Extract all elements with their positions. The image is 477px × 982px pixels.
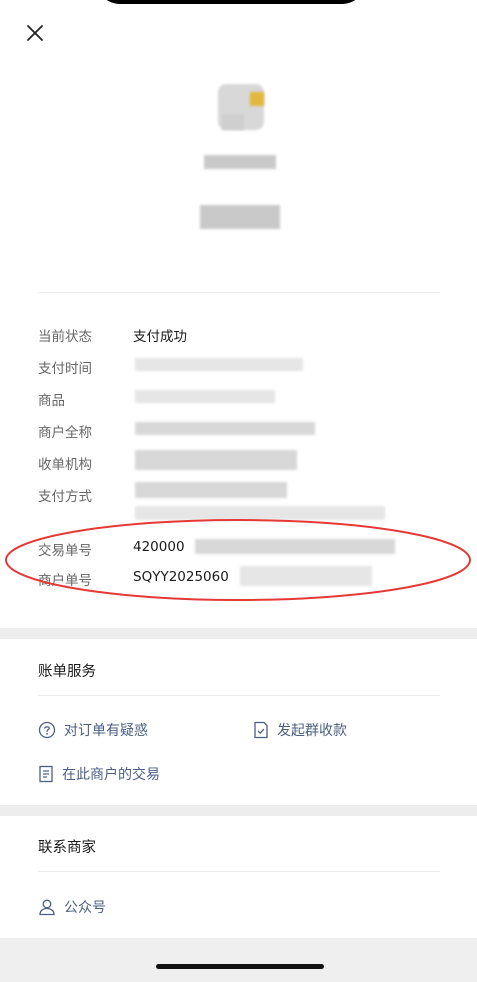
group-collect-label: 发起群收款	[277, 723, 347, 739]
document-check-icon	[254, 721, 268, 739]
transaction-no-blurred	[195, 539, 395, 554]
merchant-name-label: 商户全称	[38, 425, 92, 441]
close-icon	[27, 25, 43, 41]
acquirer-label: 收单机构	[38, 457, 92, 473]
merchant-order-value[interactable]: SQYY2025060	[133, 569, 229, 585]
question-order-button[interactable]: 对订单有疑惑	[38, 720, 148, 740]
person-icon	[39, 899, 55, 916]
contact-title: 联系商家	[38, 840, 96, 856]
question-circle-icon	[38, 721, 56, 739]
merchant-name-value-blurred	[135, 422, 315, 435]
list-document-icon	[39, 765, 53, 783]
section-separator-2	[0, 805, 477, 816]
divider-top	[38, 292, 440, 293]
divider-bill	[38, 695, 440, 696]
divider-contact	[38, 871, 440, 872]
goods-label: 商品	[38, 393, 65, 409]
status-value: 支付成功	[133, 329, 187, 345]
merchant-trades-label: 在此商户的交易	[62, 767, 160, 783]
status-label: 当前状态	[38, 329, 92, 345]
red-annotation-ellipse	[5, 519, 471, 601]
merchant-order-label: 商户单号	[38, 573, 92, 589]
question-order-label: 对订单有疑惑	[64, 723, 148, 739]
merchant-trades-button[interactable]: 在此商户的交易	[38, 764, 160, 784]
official-account-label: 公众号	[64, 900, 106, 916]
acquirer-value-blurred	[135, 450, 297, 470]
bottom-bar-area	[0, 938, 477, 982]
pay-method-label: 支付方式	[38, 489, 92, 505]
home-indicator	[156, 964, 324, 969]
group-collect-button[interactable]: 发起群收款	[253, 720, 347, 740]
official-account-button[interactable]: 公众号	[38, 897, 106, 917]
pay-time-value-blurred	[135, 358, 303, 371]
merchant-order-blurred	[240, 566, 372, 586]
goods-value-blurred	[135, 390, 275, 403]
pay-method-subtext-blurred	[135, 506, 385, 520]
transaction-no-value[interactable]: 420000	[133, 539, 185, 555]
transaction-no-label: 交易单号	[38, 543, 92, 559]
section-separator-1	[0, 628, 477, 639]
pay-method-value-blurred	[135, 482, 287, 498]
device-notch	[96, 0, 366, 4]
close-button[interactable]	[24, 22, 46, 44]
bill-service-title: 账单服务	[38, 664, 96, 680]
pay-time-label: 支付时间	[38, 361, 92, 377]
